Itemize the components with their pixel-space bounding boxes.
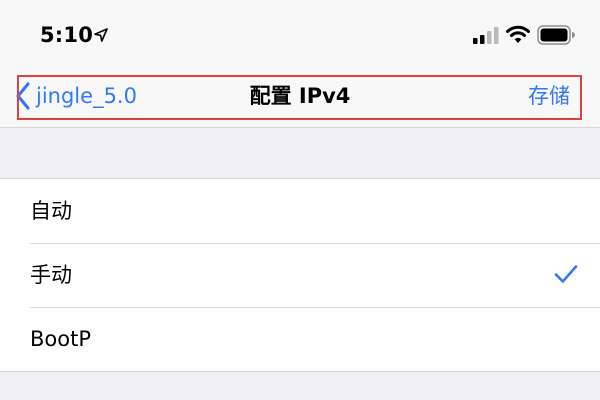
battery-icon: [537, 25, 575, 45]
back-button[interactable]: jingle_5.0: [15, 78, 137, 114]
option-manual[interactable]: 手动: [0, 243, 600, 307]
ipv4-options-list: 自动 手动 BootP: [0, 178, 600, 372]
option-label: 自动: [30, 199, 72, 223]
signal-icon: [473, 27, 499, 44]
back-button-label: jingle_5.0: [36, 84, 137, 108]
checkmark-icon: [554, 265, 578, 283]
wifi-icon: [506, 25, 530, 43]
option-label: 手动: [30, 263, 72, 287]
save-button[interactable]: 存储: [528, 78, 570, 114]
option-bootp[interactable]: BootP: [0, 307, 600, 371]
option-automatic[interactable]: 自动: [0, 179, 600, 243]
screen: 5:10 jingle_5.0 配置 IPv4 存储 自动 手动 BootP: [0, 0, 600, 400]
header: 5:10 jingle_5.0 配置 IPv4 存储: [0, 0, 600, 128]
chevron-left-icon: [16, 82, 30, 110]
location-arrow-icon: [94, 28, 108, 42]
option-label: BootP: [30, 327, 92, 351]
status-time: 5:10: [40, 23, 94, 47]
